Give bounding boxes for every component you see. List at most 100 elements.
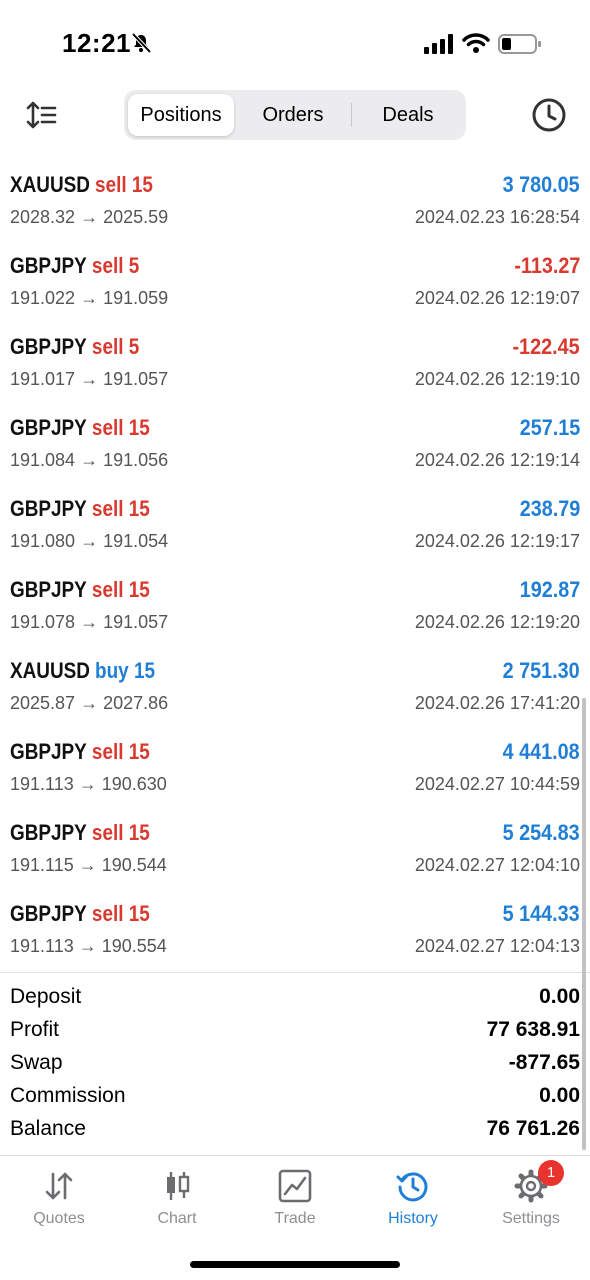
quotes-arrows-icon — [45, 1172, 73, 1200]
symbol-name: GBPJPY — [10, 496, 87, 521]
deal-row[interactable]: GBPJPY sell 5 -113.27 191.022 → 191.059 2… — [0, 241, 590, 322]
summary-label: Profit — [10, 1018, 60, 1041]
summary-value: 0.00 — [539, 1084, 580, 1107]
history-clock-icon — [396, 1172, 428, 1202]
summary-label: Swap — [10, 1051, 63, 1074]
tab-label: Chart — [157, 1210, 197, 1227]
deal-row[interactable]: XAUUSD sell 15 3 780.05 2028.32 → 2025.59… — [0, 160, 590, 241]
deal-prices: 191.113 → 190.554 — [10, 936, 167, 956]
deal-row[interactable]: GBPJPY sell 15 4 441.08 191.113 → 190.630… — [0, 727, 590, 808]
top-toolbar: Positions Orders Deals — [0, 88, 590, 144]
tab-orders[interactable]: Orders — [238, 94, 348, 136]
deal-time: 2024.02.26 12:19:20 — [414, 612, 580, 632]
symbol-name: GBPJPY — [10, 415, 87, 440]
summary-row-commission: Commission 0.00 — [0, 1081, 590, 1114]
deal-profit: 257.15 — [519, 415, 580, 440]
deal-symbol: GBPJPY sell 15 — [10, 577, 150, 603]
deal-profit: 5 144.33 — [502, 901, 580, 926]
history-summary: Deposit 0.00 Profit 77 638.91 Swap -877.… — [0, 982, 590, 1147]
deal-profit: 2 751.30 — [502, 658, 580, 683]
deal-time: 2024.02.26 17:41:20 — [414, 693, 580, 713]
tab-quotes[interactable]: Quotes — [0, 1156, 118, 1246]
summary-value: 77 638.91 — [486, 1018, 580, 1041]
deal-side: sell 15 — [91, 496, 150, 521]
deal-side: sell 15 — [91, 739, 150, 764]
tab-label: Trade — [274, 1210, 316, 1227]
deal-side: sell 15 — [95, 172, 153, 197]
trade-chart-icon — [278, 1169, 312, 1203]
deal-prices: 191.022 → 191.059 — [10, 288, 169, 308]
home-indicator — [190, 1261, 400, 1268]
deal-profit: -113.27 — [513, 253, 580, 278]
clock-icon[interactable] — [530, 96, 568, 134]
deal-row[interactable]: GBPJPY sell 15 5 144.33 191.113 → 190.554… — [0, 889, 590, 970]
deal-symbol: GBPJPY sell 15 — [10, 901, 150, 927]
deal-symbol: GBPJPY sell 15 — [10, 820, 150, 846]
summary-row-profit: Profit 77 638.91 — [0, 1015, 590, 1048]
tab-chart[interactable]: Chart — [118, 1156, 236, 1246]
deal-time: 2024.02.27 10:44:59 — [414, 774, 580, 794]
symbol-name: GBPJPY — [10, 739, 87, 764]
tab-deals[interactable]: Deals — [354, 94, 462, 136]
cellular-signal-icon — [424, 34, 453, 54]
symbol-name: GBPJPY — [10, 334, 87, 359]
summary-label: Deposit — [10, 985, 82, 1008]
symbol-name: GBPJPY — [10, 577, 87, 602]
tab-settings[interactable]: 1 Settings — [472, 1156, 590, 1246]
symbol-name: XAUUSD — [10, 658, 90, 683]
tab-positions[interactable]: Positions — [128, 94, 234, 136]
tab-label: Settings — [502, 1210, 560, 1227]
deal-side: sell 15 — [91, 415, 150, 440]
sort-icon[interactable] — [26, 100, 58, 130]
deal-prices: 191.113 → 190.630 — [10, 774, 167, 794]
symbol-name: GBPJPY — [10, 253, 87, 278]
summary-row-deposit: Deposit 0.00 — [0, 982, 590, 1015]
deal-symbol: XAUUSD buy 15 — [10, 658, 155, 684]
deal-row[interactable]: GBPJPY sell 15 257.15 191.084 → 191.056 2… — [0, 403, 590, 484]
deal-row[interactable]: XAUUSD buy 15 2 751.30 2025.87 → 2027.86 … — [0, 646, 590, 727]
deal-time: 2024.02.26 12:19:17 — [414, 531, 580, 551]
tab-history[interactable]: History — [354, 1156, 472, 1246]
tab-trade[interactable]: Trade — [236, 1156, 354, 1246]
deal-time: 2024.02.26 12:19:10 — [414, 369, 580, 389]
symbol-name: GBPJPY — [10, 820, 87, 845]
summary-value: -877.65 — [508, 1051, 580, 1074]
summary-divider — [0, 972, 590, 973]
deal-row[interactable]: GBPJPY sell 5 -122.45 191.017 → 191.057 2… — [0, 322, 590, 403]
summary-value: 0.00 — [539, 985, 580, 1008]
symbol-name: XAUUSD — [10, 172, 90, 197]
deal-prices: 2028.32 → 2025.59 — [10, 207, 169, 227]
deal-time: 2024.02.23 16:28:54 — [414, 207, 580, 227]
deal-side: sell 5 — [91, 253, 140, 278]
deal-prices: 191.084 → 191.056 — [10, 450, 169, 470]
deal-profit: 238.79 — [519, 496, 580, 521]
deal-prices: 191.078 → 191.057 — [10, 612, 169, 632]
deal-symbol: XAUUSD sell 15 — [10, 172, 153, 198]
deal-side: buy 15 — [95, 658, 156, 683]
wifi-icon — [462, 33, 490, 53]
deal-prices: 191.115 → 190.544 — [10, 855, 167, 875]
deal-symbol: GBPJPY sell 5 — [10, 334, 139, 360]
status-time: 12:21 — [62, 28, 131, 58]
summary-label: Balance — [10, 1117, 86, 1140]
deal-side: sell 15 — [91, 577, 150, 602]
bell-off-icon — [131, 32, 152, 54]
deal-list: XAUUSD sell 15 3 780.05 2028.32 → 2025.59… — [0, 160, 590, 970]
deal-row[interactable]: GBPJPY sell 15 192.87 191.078 → 191.057 2… — [0, 565, 590, 646]
deal-row[interactable]: GBPJPY sell 15 5 254.83 191.115 → 190.544… — [0, 808, 590, 889]
deal-prices: 191.080 → 191.054 — [10, 531, 169, 551]
deal-profit: 3 780.05 — [502, 172, 580, 197]
deal-symbol: GBPJPY sell 15 — [10, 496, 150, 522]
deal-side: sell 15 — [91, 901, 150, 926]
deal-time: 2024.02.26 12:19:14 — [414, 450, 580, 470]
deal-time: 2024.02.27 12:04:10 — [414, 855, 580, 875]
tab-label: Quotes — [33, 1210, 85, 1227]
segment-divider — [351, 103, 352, 127]
deal-row[interactable]: GBPJPY sell 15 238.79 191.080 → 191.054 2… — [0, 484, 590, 565]
deal-side: sell 5 — [91, 334, 140, 359]
summary-value: 76 761.26 — [486, 1117, 580, 1140]
history-segmented-control: Positions Orders Deals — [124, 90, 466, 140]
summary-row-balance: Balance 76 761.26 — [0, 1114, 590, 1147]
deal-profit: 192.87 — [519, 577, 580, 602]
deal-symbol: GBPJPY sell 5 — [10, 253, 139, 279]
